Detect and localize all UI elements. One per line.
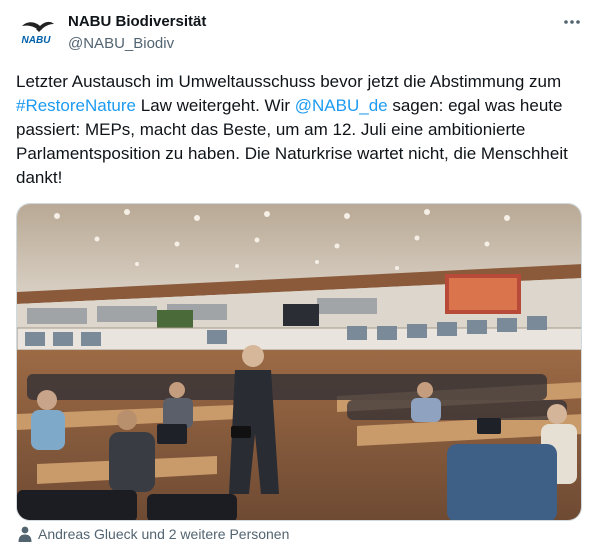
- tweet-text: Letzter Austausch im Umweltausschuss bev…: [16, 70, 586, 190]
- tagged-people[interactable]: Andreas Glueck und 2 weitere Personen: [18, 526, 289, 542]
- tweet-header: NABU Biodiversität @NABU_Biodiv: [68, 12, 206, 53]
- avatar-logo-text: NABU: [22, 35, 52, 46]
- more-button[interactable]: [558, 10, 586, 34]
- more-icon: [564, 20, 580, 24]
- person-icon: [18, 526, 32, 542]
- hashtag-link[interactable]: #RestoreNature: [16, 96, 136, 115]
- display-name[interactable]: NABU Biodiversität: [68, 12, 206, 32]
- nabu-logo-icon: NABU: [22, 21, 54, 46]
- photo-plenary-hall: [17, 204, 581, 520]
- avatar[interactable]: NABU: [16, 12, 56, 52]
- tagged-people-text: Andreas Glueck und 2 weitere Personen: [38, 526, 290, 542]
- tweet-card: NABU NABU Biodiversität @NABU_Biodiv Let…: [0, 0, 600, 556]
- tweet-text-part: Law weitergeht. Wir: [136, 96, 295, 115]
- mention-link[interactable]: @NABU_de: [295, 96, 388, 115]
- tweet-photo[interactable]: [16, 203, 582, 521]
- tweet-text-part: Letzter Austausch im Umweltausschuss bev…: [16, 72, 562, 91]
- user-handle[interactable]: @NABU_Biodiv: [68, 34, 206, 54]
